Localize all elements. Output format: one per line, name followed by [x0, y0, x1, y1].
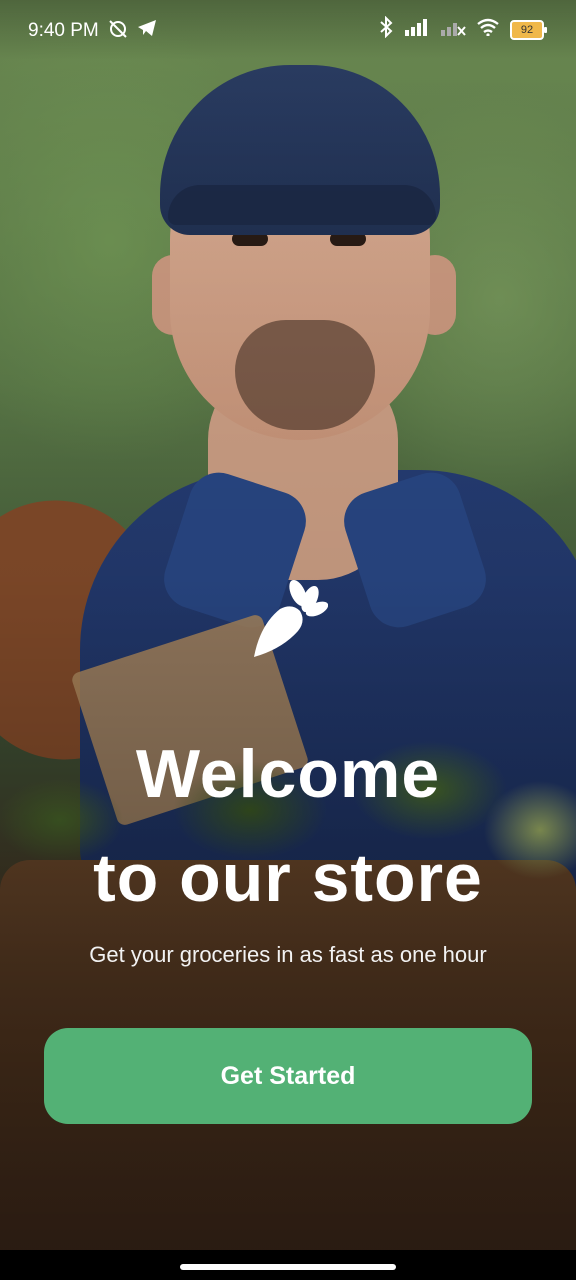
welcome-title: Welcome to our store [0, 722, 576, 930]
welcome-line-1: Welcome [135, 736, 441, 812]
welcome-subtitle: Get your groceries in as fast as one hou… [89, 942, 487, 967]
battery-icon: 92 [510, 20, 547, 40]
bluetooth-icon [378, 15, 394, 44]
status-bar: 9:40 PM 92 [0, 0, 576, 60]
carrot-icon [248, 575, 329, 665]
home-indicator[interactable] [180, 1264, 396, 1270]
welcome-line-2: to our store [93, 840, 483, 916]
wifi-icon [476, 18, 500, 42]
get-started-button[interactable]: Get Started [44, 1028, 532, 1124]
signal-no-service-icon [440, 18, 466, 42]
telegram-icon [137, 19, 157, 43]
alarm-off-icon [107, 18, 129, 44]
signal-icon [404, 18, 430, 42]
status-time: 9:40 PM [28, 20, 99, 41]
